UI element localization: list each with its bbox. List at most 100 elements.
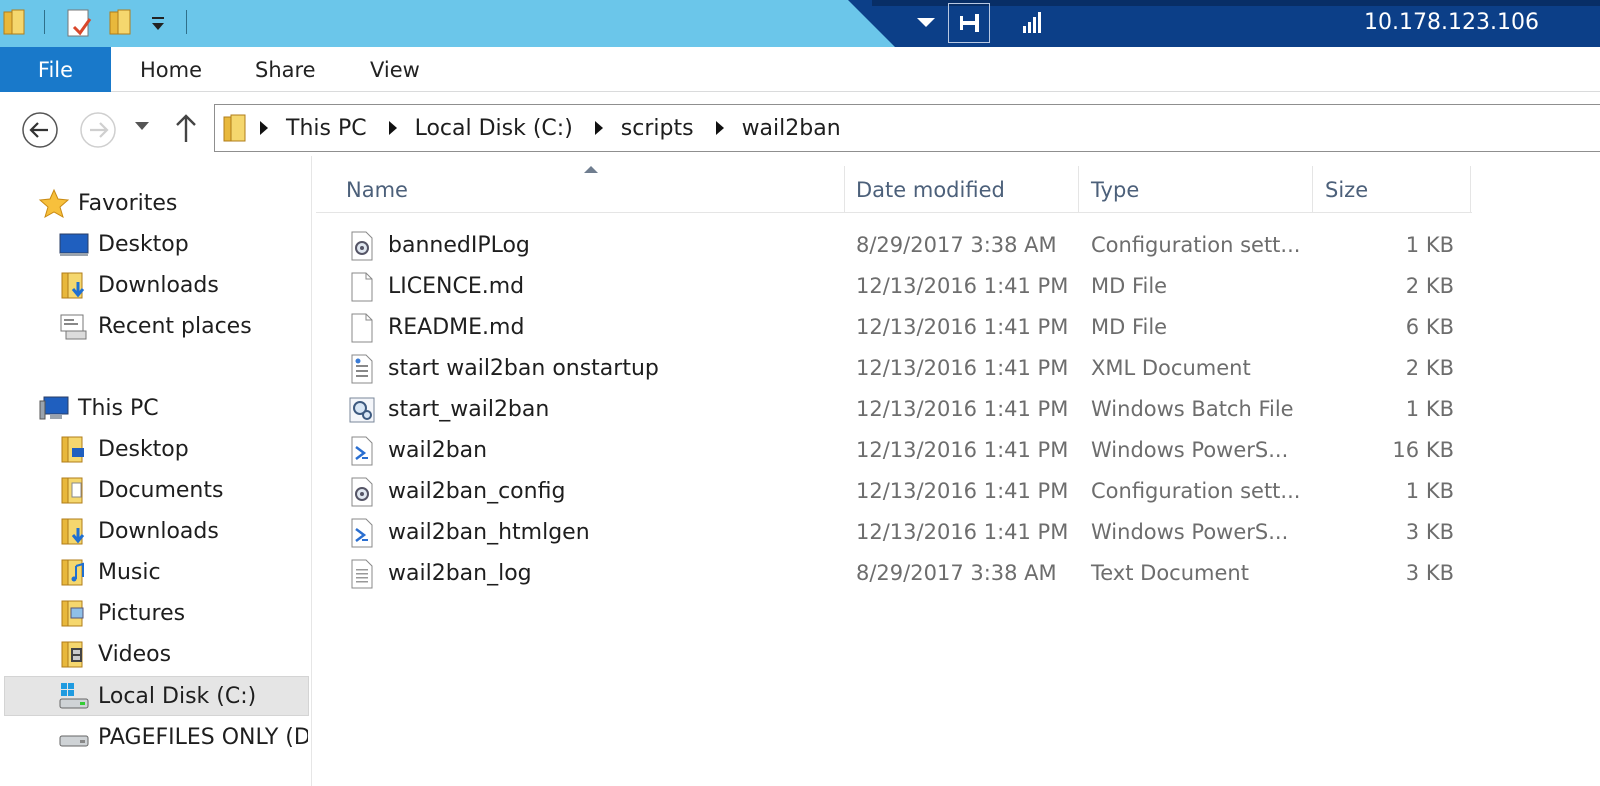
pin-connection-bar-icon[interactable] [948,3,990,43]
properties-icon[interactable] [64,7,94,39]
nav-label: Music [98,559,161,585]
file-type: MD File [1091,315,1168,339]
file-type: Configuration sett... [1091,479,1301,503]
file-name: LICENCE.md [388,274,525,299]
nav-this-pc-pictures[interactable]: Pictures [58,596,185,630]
nav-favorites-downloads[interactable]: Downloads [58,268,219,302]
file-list-header: Name Date modified Type Size [316,166,1472,213]
back-button[interactable] [20,110,60,150]
remote-menu-dropdown-icon[interactable] [917,18,935,27]
column-divider[interactable] [1312,166,1313,213]
videos-folder-icon [61,641,83,668]
nav-this-pc-desktop[interactable]: Desktop [58,432,189,466]
breadcrumb-this-pc[interactable]: This PC [286,116,367,141]
powershell-file-icon [351,436,373,466]
forward-button[interactable] [78,110,118,150]
file-size: 16 KB [1392,438,1454,462]
column-header-name[interactable]: Name [346,166,846,213]
nav-favorites-recent-places[interactable]: Recent places [58,309,252,343]
file-name: start wail2ban onstartup [388,356,659,381]
file-type: Windows PowerS... [1091,438,1289,462]
nav-this-pc-documents[interactable]: Documents [58,473,223,507]
up-button[interactable] [172,112,200,146]
computer-icon [39,396,69,420]
table-row[interactable]: start wail2ban onstartup 12/13/2016 1:41… [316,349,1472,390]
table-row[interactable]: wail2ban 12/13/2016 1:41 PM Windows Powe… [316,431,1472,472]
pictures-folder-icon [61,600,84,627]
nav-label: PAGEFILES ONLY (D: [98,724,308,750]
connection-quality-icon[interactable] [1022,10,1044,34]
nav-label: Videos [98,641,172,667]
column-header-type[interactable]: Type [1091,166,1301,213]
customize-toolbar-dropdown-icon[interactable] [150,14,168,34]
file-size: 6 KB [1405,315,1454,339]
file-type: MD File [1091,274,1168,298]
toolbar-separator [186,10,187,34]
breadcrumb-scripts[interactable]: scripts [621,116,694,141]
file-date: 12/13/2016 1:41 PM [856,274,1069,298]
nav-this-pc-local-disk[interactable]: Local Disk (C:) [58,679,256,713]
file-size: 1 KB [1405,397,1454,421]
table-row[interactable]: wail2ban_htmlgen 12/13/2016 1:41 PM Wind… [316,513,1472,554]
nav-label: Desktop [98,231,189,257]
breadcrumb-arrow-icon[interactable] [715,121,724,135]
file-name: wail2ban_htmlgen [388,520,590,545]
breadcrumb-arrow-icon[interactable] [260,121,268,135]
file-name: README.md [388,315,525,340]
breadcrumb-wail2ban[interactable]: wail2ban [742,116,841,141]
nav-this-pc-pagefiles-drive[interactable]: PAGEFILES ONLY (D: [58,720,308,754]
nav-label: Downloads [98,272,219,298]
table-row[interactable]: bannedIPLog 8/29/2017 3:38 AM Configurat… [316,226,1472,267]
file-name: start_wail2ban [388,397,550,422]
nav-favorites-desktop[interactable]: Desktop [58,227,189,261]
tab-home[interactable]: Home [140,58,202,82]
text-file-icon [351,559,373,589]
column-divider[interactable] [844,166,845,213]
remote-host-ip: 10.178.123.106 [1364,10,1539,35]
nav-this-pc-videos[interactable]: Videos [58,637,171,671]
file-size: 1 KB [1405,233,1454,257]
table-row[interactable]: start_wail2ban 12/13/2016 1:41 PM Window… [316,390,1472,431]
tab-share[interactable]: Share [255,58,316,82]
nav-label: Downloads [98,518,219,544]
powershell-file-icon [351,518,373,548]
table-row[interactable]: README.md 12/13/2016 1:41 PM MD File 6 K… [316,308,1472,349]
nav-this-pc[interactable]: This PC [38,391,159,425]
table-row[interactable]: wail2ban_config 12/13/2016 1:41 PM Confi… [316,472,1472,513]
file-type: Windows PowerS... [1091,520,1289,544]
folder-icon[interactable] [2,8,28,38]
desktop-folder-icon [61,436,84,463]
column-divider[interactable] [1470,166,1471,213]
config-file-icon [351,477,373,507]
breadcrumb-arrow-icon[interactable] [388,121,397,135]
breadcrumb-arrow-icon[interactable] [594,121,603,135]
nav-favorites-label: Favorites [78,190,178,216]
batch-file-icon [349,397,375,423]
file-type: Windows Batch File [1091,397,1294,421]
column-divider[interactable] [1078,166,1079,213]
table-row[interactable]: LICENCE.md 12/13/2016 1:41 PM MD File 2 … [316,267,1472,308]
music-folder-icon [61,559,84,586]
tab-file[interactable]: File [0,47,111,92]
nav-favorites[interactable]: Favorites [38,186,177,220]
nav-this-pc-music[interactable]: Music [58,555,161,589]
breadcrumb: This PC Local Disk (C:) scripts wail2ban [222,110,841,146]
column-header-size[interactable]: Size [1325,166,1465,213]
file-date: 12/13/2016 1:41 PM [856,397,1069,421]
nav-this-pc-downloads[interactable]: Downloads [58,514,219,548]
toolbar-separator [44,10,45,34]
table-row[interactable]: wail2ban_log 8/29/2017 3:38 AM Text Docu… [316,554,1472,595]
new-folder-icon[interactable] [108,8,136,38]
local-disk-icon [59,683,89,709]
file-size: 2 KB [1405,356,1454,380]
config-file-icon [351,231,373,261]
documents-folder-icon [61,477,83,504]
column-header-date-modified[interactable]: Date modified [856,166,1076,213]
file-date: 12/13/2016 1:41 PM [856,479,1069,503]
ribbon-tab-bar [0,47,1600,92]
breadcrumb-local-disk[interactable]: Local Disk (C:) [415,116,573,141]
recent-locations-dropdown-icon[interactable] [134,120,150,132]
tab-view[interactable]: View [370,58,420,82]
downloads-folder-icon [61,272,85,299]
blank-file-icon [351,313,373,343]
